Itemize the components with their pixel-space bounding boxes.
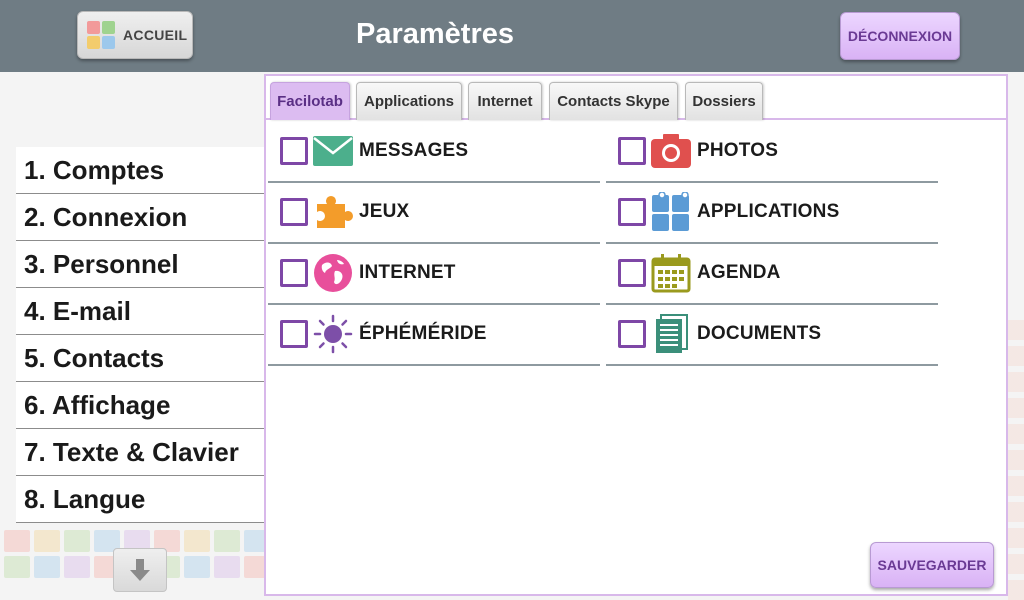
option-label: MESSAGES <box>359 140 469 161</box>
option-checkbox[interactable] <box>618 320 646 348</box>
save-button[interactable]: SAUVEGARDER <box>870 542 994 588</box>
option-checkbox[interactable] <box>280 198 308 226</box>
tab-bar: Facilotab Applications Internet Contacts… <box>266 76 1006 120</box>
option-checkbox[interactable] <box>618 198 646 226</box>
camera-icon <box>650 130 692 172</box>
top-bar: ACCUEIL Paramètres DÉCONNEXION <box>0 0 1024 72</box>
sidebar-item-affichage[interactable]: 6. Affichage <box>16 382 264 429</box>
option-ephemeride[interactable]: ÉPHÉMÉRIDE <box>268 304 600 366</box>
option-internet[interactable]: INTERNET <box>268 243 600 305</box>
sidebar-item-langue[interactable]: 8. Langue <box>16 476 264 523</box>
option-checkbox[interactable] <box>618 259 646 287</box>
logout-button[interactable]: DÉCONNEXION <box>840 12 960 60</box>
sidebar-item-personnel[interactable]: 3. Personnel <box>16 241 264 288</box>
option-label: INTERNET <box>359 262 456 283</box>
tab-internet[interactable]: Internet <box>468 82 542 120</box>
tab-contacts-skype[interactable]: Contacts Skype <box>549 82 678 120</box>
option-checkbox[interactable] <box>618 137 646 165</box>
option-applications[interactable]: APPLICATIONS <box>606 182 938 244</box>
sidebar-item-contacts[interactable]: 5. Contacts <box>16 335 264 382</box>
sidebar-item-email[interactable]: 4. E-mail <box>16 288 264 335</box>
app-grid-icon <box>650 191 692 233</box>
tab-applications[interactable]: Applications <box>356 82 462 120</box>
option-checkbox[interactable] <box>280 137 308 165</box>
home-button[interactable]: ACCUEIL <box>77 11 193 59</box>
scroll-down-button[interactable] <box>113 548 167 592</box>
calendar-icon <box>650 252 692 294</box>
option-checkbox[interactable] <box>280 320 308 348</box>
home-button-label: ACCUEIL <box>123 27 188 43</box>
option-label: JEUX <box>359 201 410 222</box>
sidebar-item-connexion[interactable]: 2. Connexion <box>16 194 264 241</box>
option-label: PHOTOS <box>697 140 779 161</box>
home-grid-icon <box>87 21 115 49</box>
option-photos[interactable]: PHOTOS <box>606 121 938 183</box>
sidebar-item-comptes[interactable]: 1. Comptes <box>16 147 264 194</box>
puzzle-icon <box>312 191 354 233</box>
background-tiles-right <box>1008 320 1024 600</box>
tab-dossiers[interactable]: Dossiers <box>685 82 763 120</box>
option-messages[interactable]: MESSAGES <box>268 121 600 183</box>
sun-icon <box>312 313 354 355</box>
option-label: APPLICATIONS <box>697 201 840 222</box>
option-agenda[interactable]: AGENDA <box>606 243 938 305</box>
option-label: ÉPHÉMÉRIDE <box>359 323 487 344</box>
envelope-icon <box>312 130 354 172</box>
globe-icon <box>312 252 354 294</box>
sidebar-item-texte-clavier[interactable]: 7. Texte & Clavier <box>16 429 264 476</box>
option-documents[interactable]: DOCUMENTS <box>606 304 938 366</box>
page-title: Paramètres <box>356 18 514 50</box>
tab-facilotab[interactable]: Facilotab <box>270 82 350 120</box>
option-jeux[interactable]: JEUX <box>268 182 600 244</box>
settings-sidebar: 1. Comptes 2. Connexion 3. Personnel 4. … <box>16 147 264 523</box>
option-label: DOCUMENTS <box>697 323 822 344</box>
settings-panel: Facilotab Applications Internet Contacts… <box>264 74 1008 596</box>
option-label: AGENDA <box>697 262 781 283</box>
document-icon <box>650 313 692 355</box>
option-checkbox[interactable] <box>280 259 308 287</box>
arrow-down-icon <box>130 559 150 581</box>
